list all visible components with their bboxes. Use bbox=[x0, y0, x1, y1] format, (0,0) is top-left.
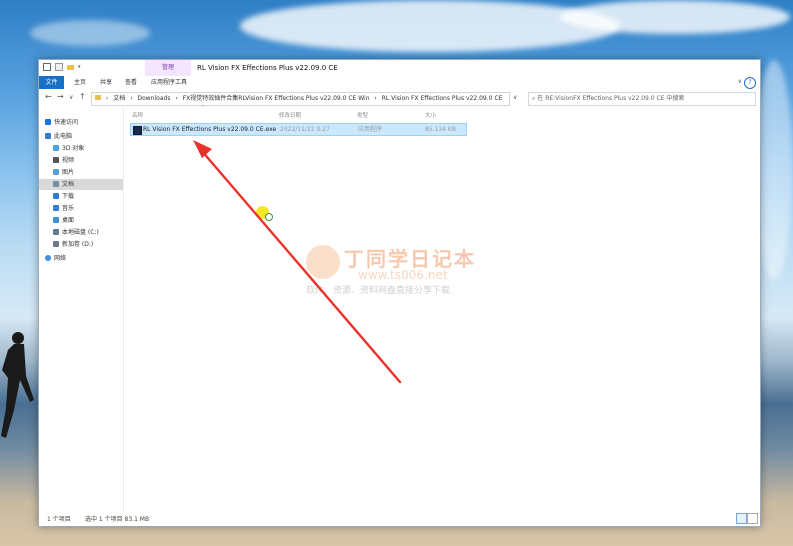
address-row: ← → ∨ ↑ › 文档 › Downloads › FX视觉特效插件合集RLV… bbox=[39, 89, 760, 107]
tab-home[interactable]: 主页 bbox=[69, 76, 91, 89]
nav-item-desktop[interactable]: 桌面 bbox=[53, 215, 131, 226]
breadcrumb-sep-icon: › bbox=[105, 95, 109, 102]
document-icon bbox=[53, 181, 59, 187]
checkbox-icon[interactable] bbox=[43, 63, 51, 71]
watermark: 丁同学日记本 www.ts006.net 软件、资源、资料网盘直接分享下载 bbox=[300, 243, 480, 299]
table-row[interactable]: RL Vision FX Effections Plus v22.09.0 CE… bbox=[130, 123, 467, 136]
address-bar[interactable]: › 文档 › Downloads › FX视觉特效插件合集RLVision FX… bbox=[91, 92, 510, 106]
nav-item-label: 新加卷 (D:) bbox=[62, 241, 94, 248]
ribbon-tabs: 文件 主页 共享 查看 应用程序工具 ∨ ? bbox=[39, 76, 760, 90]
cube-icon bbox=[53, 145, 59, 151]
nav-item-label: 快速访问 bbox=[54, 119, 79, 126]
star-icon bbox=[45, 119, 51, 125]
watermark-slogan: 软件、资源、资料网盘直接分享下载 bbox=[306, 286, 451, 296]
breadcrumb-downloads[interactable]: Downloads bbox=[138, 95, 171, 102]
column-header-size[interactable]: 大小 bbox=[425, 111, 436, 119]
drive-icon bbox=[53, 241, 59, 247]
search-box[interactable]: ⌕ 在 RE:VisionFX Effections Plus v22.09.0… bbox=[528, 92, 756, 106]
file-list: 名称 ^ 修改日期 类型 大小 RL Vision FX Effections … bbox=[124, 105, 760, 513]
nav-item-pictures[interactable]: 图片 bbox=[53, 167, 131, 178]
chevron-down-icon[interactable]: ▾ bbox=[78, 64, 81, 70]
window-title: RL Vision FX Effections Plus v22.09.0 CE bbox=[197, 64, 338, 72]
nav-item-label: 文档 bbox=[62, 181, 75, 188]
manage-context-tab[interactable]: 管理 bbox=[145, 60, 191, 76]
nav-item-label: 网络 bbox=[54, 255, 67, 262]
nav-item-3d-objects[interactable]: 3D 对象 bbox=[53, 143, 131, 154]
breadcrumb-documents[interactable]: 文档 bbox=[113, 95, 125, 102]
tab-app-tools[interactable]: 应用程序工具 bbox=[147, 76, 191, 89]
nav-item-quick-access[interactable]: 快速访问 bbox=[45, 117, 123, 128]
network-icon bbox=[45, 255, 51, 261]
nav-item-label: 视频 bbox=[62, 157, 75, 164]
busy-cursor-icon bbox=[265, 213, 273, 221]
help-icon[interactable]: ? bbox=[744, 77, 756, 89]
watermark-url: www.ts006.net bbox=[358, 268, 448, 282]
breadcrumb-parent-folder[interactable]: FX视觉特效插件合集RLVision FX Effections Plus v2… bbox=[183, 95, 370, 102]
column-header-modified[interactable]: 修改日期 bbox=[279, 111, 301, 119]
file-size: 85,134 KB bbox=[425, 126, 456, 133]
properties-icon[interactable] bbox=[55, 63, 63, 71]
breadcrumb-sep-icon: › bbox=[130, 95, 133, 102]
nav-item-label: 音乐 bbox=[62, 205, 75, 212]
file-modified: 2022/11/22 0:27 bbox=[280, 126, 330, 133]
expand-ribbon-icon[interactable]: ∨ bbox=[738, 78, 742, 85]
nav-item-videos[interactable]: 视频 bbox=[53, 155, 131, 166]
status-bar: 1 个项目 选中 1 个项目 83.1 MB bbox=[39, 513, 760, 526]
address-dropdown-icon[interactable]: ∨ bbox=[513, 94, 517, 101]
column-header-type[interactable]: 类型 bbox=[357, 111, 368, 119]
selection-info: 选中 1 个项目 83.1 MB bbox=[85, 516, 150, 523]
breadcrumb-current-folder[interactable]: RL Vision FX Effections Plus v22.09.0 CE bbox=[382, 95, 503, 102]
computer-icon bbox=[45, 133, 51, 139]
title-bar: ▾ 管理 RL Vision FX Effections Plus v22.09… bbox=[39, 60, 760, 76]
nav-item-drive-c[interactable]: 本地磁盘 (C:) bbox=[53, 227, 123, 238]
item-count: 1 个项目 bbox=[47, 516, 71, 523]
column-header-name[interactable]: 名称 bbox=[132, 111, 143, 119]
nav-item-documents[interactable]: 文档 bbox=[39, 179, 123, 190]
picture-icon bbox=[53, 169, 59, 175]
runner-silhouette bbox=[1, 332, 34, 438]
folder-icon bbox=[95, 95, 101, 100]
nav-item-label: 本地磁盘 (C:) bbox=[62, 229, 99, 236]
folder-icon[interactable] bbox=[67, 64, 74, 70]
breadcrumb-sep-icon: › bbox=[175, 95, 178, 102]
tab-view[interactable]: 查看 bbox=[120, 76, 142, 89]
nav-item-music[interactable]: 音乐 bbox=[53, 203, 131, 214]
search-icon: ⌕ bbox=[532, 95, 536, 102]
large-icons-view-icon[interactable] bbox=[747, 513, 758, 524]
back-arrow-icon[interactable]: ← bbox=[45, 92, 52, 101]
nav-item-label: 此电脑 bbox=[54, 133, 73, 140]
navigation-pane: 快速访问 此电脑 3D 对象 视频 图片 文档 下载 音乐 桌面 本地磁盘 (C… bbox=[39, 107, 124, 513]
nav-item-label: 图片 bbox=[62, 169, 75, 176]
tab-file[interactable]: 文件 bbox=[39, 76, 64, 89]
file-name: RL Vision FX Effections Plus v22.09.0 CE… bbox=[143, 126, 277, 133]
recent-chevron-icon[interactable]: ∨ bbox=[69, 94, 73, 101]
sort-chevron-icon: ^ bbox=[201, 105, 206, 111]
file-type: 应用程序 bbox=[358, 126, 383, 133]
desktop-icon bbox=[53, 217, 59, 223]
breadcrumb-sep-icon: › bbox=[374, 95, 377, 102]
details-view-icon[interactable] bbox=[736, 513, 747, 524]
download-icon bbox=[53, 193, 59, 199]
nav-item-label: 3D 对象 bbox=[62, 145, 85, 152]
exe-file-icon bbox=[133, 126, 142, 135]
up-arrow-icon[interactable]: ↑ bbox=[79, 92, 86, 101]
forward-arrow-icon[interactable]: → bbox=[57, 92, 64, 101]
nav-item-this-pc[interactable]: 此电脑 bbox=[45, 131, 123, 142]
search-placeholder: 在 RE:VisionFX Effections Plus v22.09.0 C… bbox=[537, 95, 685, 102]
nav-item-label: 下载 bbox=[62, 193, 75, 200]
quick-access-toolbar: ▾ bbox=[43, 63, 81, 71]
drive-icon bbox=[53, 229, 59, 235]
tab-share[interactable]: 共享 bbox=[95, 76, 117, 89]
nav-item-label: 桌面 bbox=[62, 217, 75, 224]
music-icon bbox=[53, 205, 59, 211]
nav-item-network[interactable]: 网络 bbox=[45, 253, 123, 264]
nav-item-downloads[interactable]: 下载 bbox=[53, 191, 131, 202]
video-icon bbox=[53, 157, 59, 163]
nav-item-drive-d[interactable]: 新加卷 (D:) bbox=[53, 239, 123, 250]
shiba-dog-icon bbox=[306, 245, 340, 279]
